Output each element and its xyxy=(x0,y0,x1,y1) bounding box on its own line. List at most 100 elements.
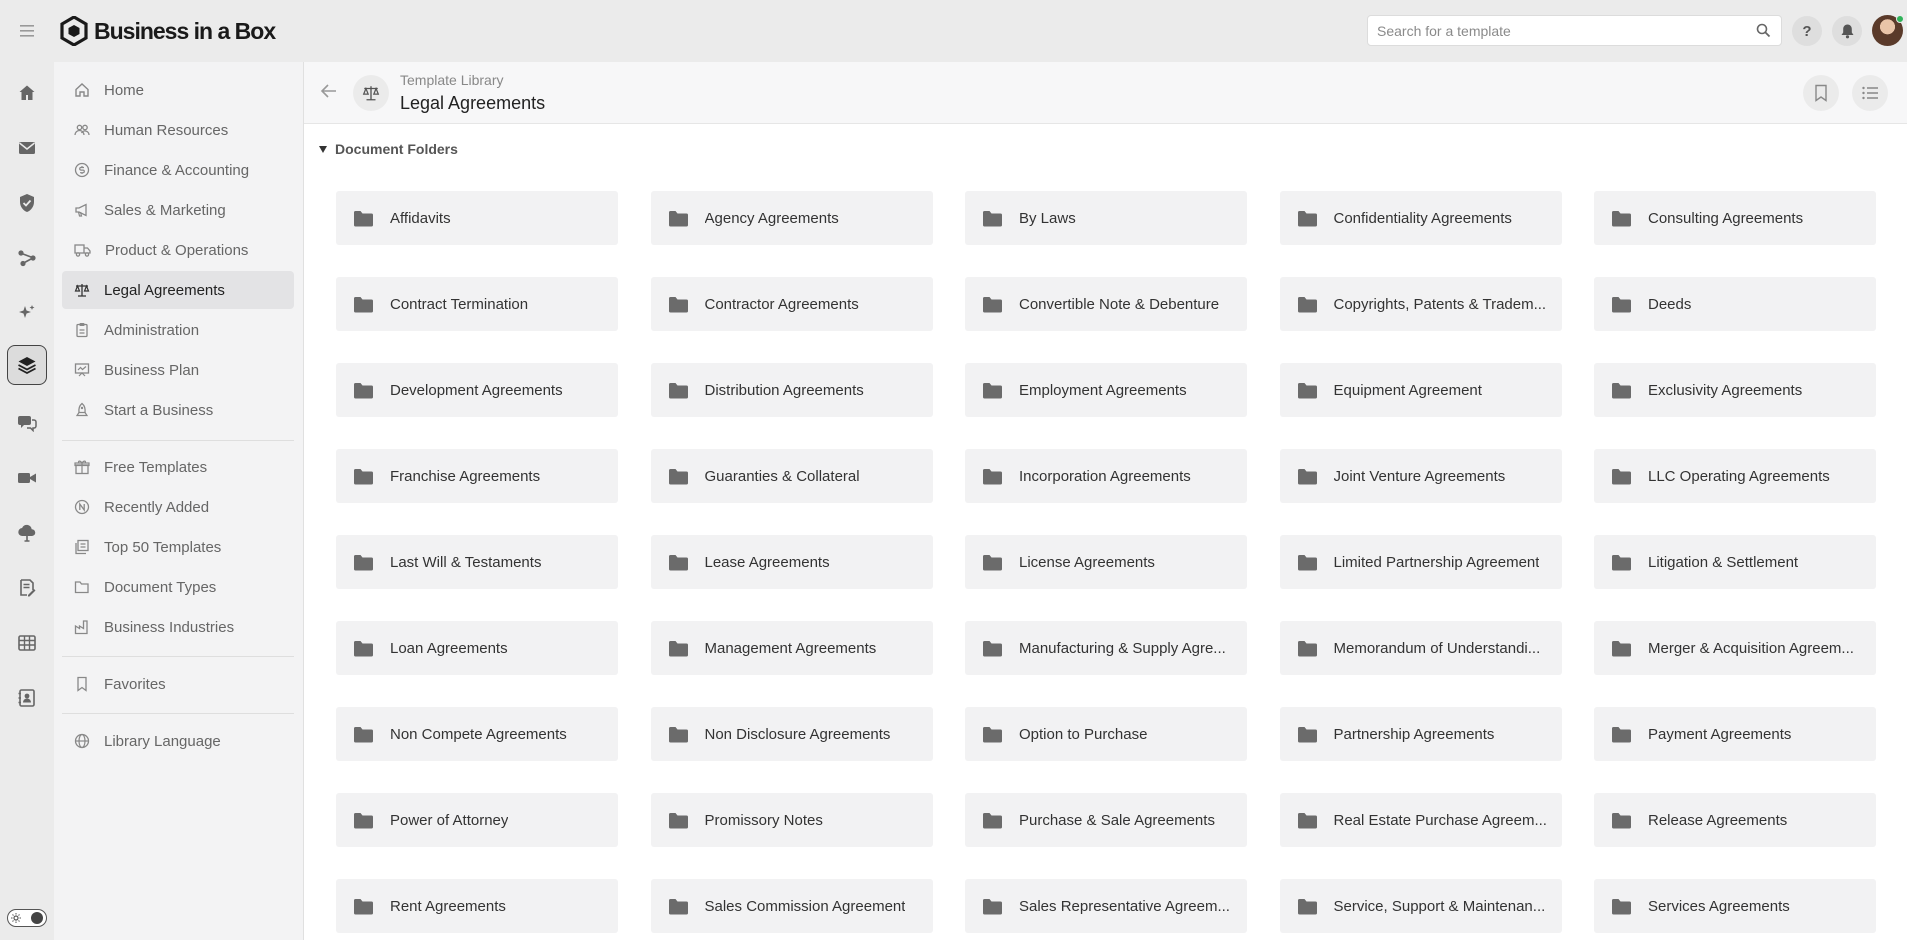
notifications-button[interactable] xyxy=(1832,16,1862,46)
nav-item-product-operations[interactable]: Product & Operations xyxy=(62,231,294,269)
nav-item-administration[interactable]: Administration xyxy=(62,311,294,349)
folder-tile[interactable]: Manufacturing & Supply Agre... xyxy=(965,621,1247,675)
bookmark-button[interactable] xyxy=(1803,75,1839,111)
rail-chat-icon[interactable] xyxy=(7,403,47,443)
nav-item-library-language[interactable]: Library Language xyxy=(62,722,294,760)
folder-tile[interactable]: Guaranties & Collateral xyxy=(650,449,933,503)
folder-tile[interactable]: Contractor Agreements xyxy=(650,277,933,331)
folder-tile[interactable]: Franchise Agreements xyxy=(336,449,618,503)
folder-tile[interactable]: Payment Agreements xyxy=(1594,707,1876,761)
folder-tile[interactable]: Employment Agreements xyxy=(965,363,1247,417)
document-folders-toggle[interactable]: Document Folders xyxy=(319,141,458,157)
rail-signature-icon[interactable] xyxy=(7,568,47,608)
folder-tile[interactable]: Agency Agreements xyxy=(650,191,933,245)
theme-toggle[interactable] xyxy=(7,909,47,927)
folder-tile[interactable]: Non Compete Agreements xyxy=(336,707,618,761)
folder-tile[interactable]: Deeds xyxy=(1594,277,1876,331)
help-button[interactable]: ? xyxy=(1792,16,1822,46)
nav-item-label: Human Resources xyxy=(104,121,229,139)
rail-home-icon[interactable] xyxy=(7,73,47,113)
breadcrumb[interactable]: Template Library xyxy=(400,72,504,88)
folder-tile[interactable]: Lease Agreements xyxy=(650,535,933,589)
toggle-knob xyxy=(31,912,43,924)
folder-tile[interactable]: Option to Purchase xyxy=(965,707,1247,761)
folder-tile[interactable]: Joint Venture Agreements xyxy=(1279,449,1562,503)
folder-tile[interactable]: Exclusivity Agreements xyxy=(1594,363,1876,417)
nav-item-legal-agreements[interactable]: Legal Agreements xyxy=(62,271,294,309)
hamburger-menu-icon[interactable] xyxy=(16,20,38,42)
folder-tile[interactable]: Partnership Agreements xyxy=(1279,707,1562,761)
folder-tile[interactable]: Affidavits xyxy=(336,191,618,245)
back-arrow-icon[interactable] xyxy=(320,83,338,104)
nav-item-business-industries[interactable]: Business Industries xyxy=(62,608,294,646)
folder-name: Copyrights, Patents & Tradem... xyxy=(1333,295,1547,313)
nav-item-label: Business Industries xyxy=(104,618,235,636)
nav-item-finance-accounting[interactable]: Finance & Accounting xyxy=(62,151,294,189)
nav-item-start-business[interactable]: Start a Business xyxy=(62,391,294,429)
folder-tile[interactable]: Limited Partnership Agreement xyxy=(1279,535,1562,589)
nav-item-free-templates[interactable]: Free Templates xyxy=(62,448,294,486)
folder-icon xyxy=(1297,468,1318,485)
folder-tile[interactable]: Management Agreements xyxy=(650,621,933,675)
folder-tile[interactable]: Convertible Note & Debenture xyxy=(965,277,1247,331)
folder-name: Joint Venture Agreements xyxy=(1333,467,1506,485)
nav-item-sales-marketing[interactable]: Sales & Marketing xyxy=(62,191,294,229)
folder-tile[interactable]: Loan Agreements xyxy=(336,621,618,675)
folder-tile[interactable]: Last Will & Testaments xyxy=(336,535,618,589)
folder-tile[interactable]: By Laws xyxy=(965,191,1247,245)
folder-tile[interactable]: Services Agreements xyxy=(1594,879,1876,933)
nav-item-top-50-templates[interactable]: Top 50 Templates xyxy=(62,528,294,566)
folder-icon xyxy=(1611,296,1632,313)
rail-layers-icon[interactable] xyxy=(7,345,47,385)
folder-tile[interactable]: Development Agreements xyxy=(336,363,618,417)
folder-tile[interactable]: Equipment Agreement xyxy=(1279,363,1562,417)
nav-divider xyxy=(62,656,294,657)
rail-video-icon[interactable] xyxy=(7,458,47,498)
list-view-button[interactable] xyxy=(1852,75,1888,111)
folder-tile[interactable]: Merger & Acquisition Agreem... xyxy=(1594,621,1876,675)
folder-icon xyxy=(1297,296,1318,313)
search-box[interactable] xyxy=(1367,15,1782,46)
nav-item-human-resources[interactable]: Human Resources xyxy=(62,111,294,149)
nav-item-document-types[interactable]: Document Types xyxy=(62,568,294,606)
folder-tile[interactable]: Promissory Notes xyxy=(650,793,933,847)
folder-tile[interactable]: Sales Representative Agreem... xyxy=(965,879,1247,933)
rail-cloud-icon[interactable] xyxy=(7,513,47,553)
folder-tile[interactable]: Real Estate Purchase Agreem... xyxy=(1279,793,1562,847)
rail-spreadsheet-icon[interactable] xyxy=(7,623,47,663)
folder-icon xyxy=(1611,382,1632,399)
folder-tile[interactable]: Release Agreements xyxy=(1594,793,1876,847)
folder-tile[interactable]: Service, Support & Maintenan... xyxy=(1279,879,1562,933)
nav-item-business-plan[interactable]: Business Plan xyxy=(62,351,294,389)
app-logo[interactable]: Business in a Box xyxy=(60,15,276,47)
rail-mail-icon[interactable] xyxy=(7,128,47,168)
search-icon[interactable] xyxy=(1756,23,1771,43)
folder-tile[interactable]: Copyrights, Patents & Tradem... xyxy=(1279,277,1562,331)
bookmark-icon xyxy=(77,676,87,692)
folder-tile[interactable]: Confidentiality Agreements xyxy=(1279,191,1562,245)
folder-tile[interactable]: Purchase & Sale Agreements xyxy=(965,793,1247,847)
search-input[interactable] xyxy=(1368,16,1738,45)
folder-tile[interactable]: Distribution Agreements xyxy=(650,363,933,417)
folder-name: Litigation & Settlement xyxy=(1648,553,1799,571)
nav-item-home[interactable]: Home xyxy=(62,71,294,109)
rail-workflow-icon[interactable] xyxy=(7,238,47,278)
nav-item-recently-added[interactable]: Recently Added xyxy=(62,488,294,526)
folder-tile[interactable]: Sales Commission Agreement xyxy=(650,879,933,933)
rail-sparkle-icon[interactable] xyxy=(7,293,47,333)
folder-tile[interactable]: Memorandum of Understandi... xyxy=(1279,621,1562,675)
nav-item-favorites[interactable]: Favorites xyxy=(62,665,294,703)
folder-tile[interactable]: Consulting Agreements xyxy=(1594,191,1876,245)
rail-contacts-icon[interactable] xyxy=(7,678,47,718)
folder-tile[interactable]: License Agreements xyxy=(965,535,1247,589)
folder-tile[interactable]: Incorporation Agreements xyxy=(965,449,1247,503)
folder-tile[interactable]: LLC Operating Agreements xyxy=(1594,449,1876,503)
rail-shield-check-icon[interactable] xyxy=(7,183,47,223)
folder-tile[interactable]: Litigation & Settlement xyxy=(1594,535,1876,589)
folder-tile[interactable]: Power of Attorney xyxy=(336,793,618,847)
folder-tile[interactable]: Non Disclosure Agreements xyxy=(650,707,933,761)
folder-icon xyxy=(1297,554,1318,571)
folder-tile[interactable]: Rent Agreements xyxy=(336,879,618,933)
folder-icon xyxy=(1611,210,1632,227)
folder-tile[interactable]: Contract Termination xyxy=(336,277,618,331)
